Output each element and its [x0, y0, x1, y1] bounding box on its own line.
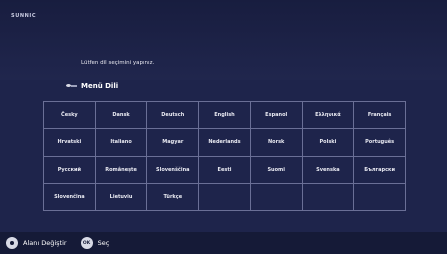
menu-header: Menü Dili	[66, 80, 118, 92]
empty-cell	[250, 183, 303, 211]
dpad-icon	[6, 237, 18, 249]
language-option[interactable]: Česky	[44, 102, 96, 130]
language-option[interactable]: Français	[354, 102, 406, 130]
language-option[interactable]: Svenska	[302, 156, 355, 184]
language-grid: Česky Dansk Deutsch English Espanol Ελλη…	[43, 101, 406, 211]
language-option[interactable]: Български	[354, 156, 406, 184]
empty-cell	[302, 183, 355, 211]
brand-logo: SUNNIC	[11, 13, 37, 19]
instruction-text: Lütfen dil seçimini yapınız.	[81, 60, 155, 66]
footer-hints: Alanı Değiştir OK Seç	[0, 232, 447, 254]
language-option[interactable]: Espanol	[250, 102, 303, 130]
menu-title: Menü Dili	[81, 82, 119, 90]
move-hint: Alanı Değiştir	[0, 237, 67, 249]
language-option[interactable]: Românește	[95, 156, 148, 184]
language-option[interactable]: Русский	[44, 156, 96, 184]
language-option[interactable]: Ελληνικά	[302, 102, 355, 130]
language-option[interactable]: Hrvatski	[44, 129, 96, 157]
language-option[interactable]: Eesti	[199, 156, 251, 184]
language-option[interactable]: Norsk	[250, 129, 303, 157]
select-hint-label: Seç	[97, 239, 110, 247]
move-hint-label: Alanı Değiştir	[23, 239, 67, 247]
language-option[interactable]: Slovenščina	[147, 156, 200, 184]
language-option[interactable]: Polski	[302, 129, 355, 157]
language-option[interactable]: Dansk	[95, 102, 148, 130]
language-option[interactable]: Deutsch	[147, 102, 200, 130]
language-option[interactable]: English	[199, 102, 251, 130]
language-selection-screen: SUNNIC Lütfen dil seçimini yapınız. Menü…	[0, 0, 447, 254]
language-option[interactable]: Lietuviu	[95, 183, 148, 211]
language-option[interactable]: Italiano	[95, 129, 148, 157]
language-option[interactable]: Suomi	[250, 156, 303, 184]
select-hint: OK Seç	[67, 237, 110, 249]
language-option[interactable]: Português	[354, 129, 406, 157]
empty-cell	[199, 183, 251, 211]
menu-arrow-icon	[66, 83, 77, 89]
language-option[interactable]: Slovenčina	[44, 183, 96, 211]
header-panel: SUNNIC Lütfen dil seçimini yapınız.	[0, 0, 447, 80]
language-option[interactable]: Magyar	[147, 129, 200, 157]
language-option[interactable]: Nederlands	[199, 129, 251, 157]
language-option[interactable]: Türkçe	[147, 183, 200, 211]
ok-button-icon: OK	[80, 237, 93, 249]
menu-panel: Menü Dili Česky Dansk Deutsch English Es…	[0, 80, 447, 232]
empty-cell	[354, 183, 406, 211]
